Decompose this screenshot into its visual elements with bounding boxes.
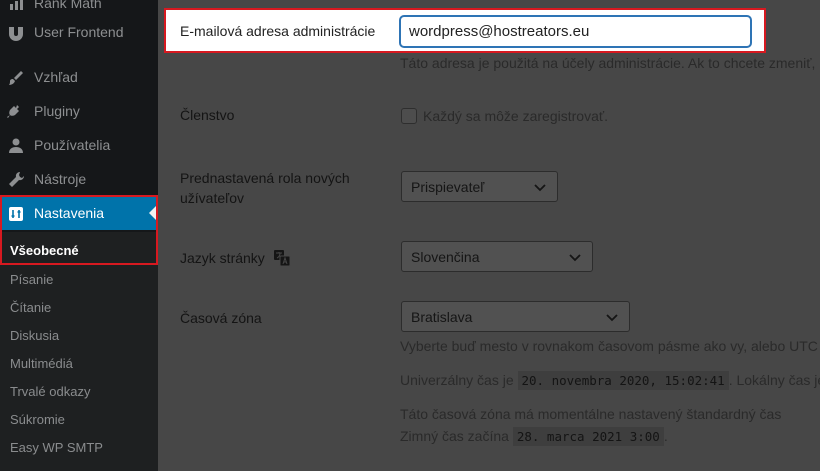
settings-submenu [0,232,158,471]
sidebar-item-label: Vzhľad [34,69,78,85]
sidebar-item-plugins[interactable]: Pluginy [0,94,158,128]
sidebar-item-users[interactable]: Používatelia [0,128,158,162]
sidebar-item-label: Nastavenia [34,205,105,221]
default-role-label: Prednastavená rola nových užívateľov [180,168,350,208]
paintbrush-icon [6,68,26,88]
site-language-value: Slovenčina [411,248,480,265]
chevron-down-icon [534,184,546,192]
sidebar-item-label: User Frontend [34,24,124,40]
submenu-item-permalinks[interactable]: Trvalé odkazy [10,384,90,399]
standard-time-note: Táto časová zóna má momentálne nastavený… [400,406,782,422]
utc-time-value: 20. novembra 2020, 15:02:41 [517,371,729,390]
submenu-item-writing[interactable]: Písanie [10,272,53,287]
chevron-down-icon [569,254,581,262]
settings-icon [6,204,26,224]
winter-time-prefix: Zimný čas začína [400,428,509,444]
sidebar-item-user-frontend[interactable]: User Frontend [0,15,158,49]
wrench-icon [6,170,26,190]
settings-general-form: Táto adresa je použitá na účely administ… [158,0,820,471]
default-role-value: Prispievateľ [411,178,485,195]
user-frontend-icon [6,23,26,43]
membership-checkbox-label: Každý sa môže zaregistrovať. [423,108,608,124]
plugin-icon [6,102,26,122]
sidebar-item-label: Nástroje [34,171,87,187]
local-time-prefix: . Lokálny čas je [728,372,820,388]
sidebar-item-settings[interactable]: Nastavenia [0,196,158,230]
chevron-down-icon [606,314,618,322]
rank-math-icon [6,0,26,14]
submenu-item-privacy[interactable]: Súkromie [10,412,65,427]
winter-time-suffix: . [663,428,668,444]
sidebar-item-label: Pluginy [34,103,80,119]
translation-icon [273,249,291,272]
site-language-select[interactable]: Slovenčina [401,241,593,272]
membership-label: Členstvo [180,107,235,123]
site-language-label-text: Jazyk stránky [180,250,265,266]
sidebar-item-label: Používatelia [34,137,111,153]
admin-sidebar: Rank Math User Frontend Vzhľad Pluginy P… [0,0,158,471]
site-language-label: Jazyk stránky [180,248,291,272]
submenu-item-general[interactable]: Všeobecné [10,243,79,258]
email-description: Táto adresa je použitá na účely administ… [400,55,820,71]
utc-time-line: Univerzálny čas je 20. novembra 2020, 15… [400,371,820,390]
default-role-select[interactable]: Prispievateľ [401,171,558,202]
winter-time-value: 28. marca 2021 3:00 [512,427,664,446]
sidebar-item-tools[interactable]: Nástroje [0,162,158,196]
default-role-label-line1: Prednastavená rola nových [180,170,350,186]
email-label: E-mailová adresa administrácie [180,23,376,39]
timezone-select[interactable]: Bratislava [401,301,630,332]
timezone-value: Bratislava [411,308,473,325]
submenu-item-media[interactable]: Multimédiá [10,356,73,371]
timezone-description: Vyberte buď mesto v rovnakom časovom pás… [400,338,820,354]
admin-email-input[interactable] [400,16,751,47]
submenu-item-reading[interactable]: Čítanie [10,300,51,315]
sidebar-item-appearance[interactable]: Vzhľad [0,60,158,94]
utc-time-prefix: Univerzálny čas je [400,372,514,388]
submenu-item-discussion[interactable]: Diskusia [10,328,59,343]
users-icon [6,136,26,156]
timezone-label: Časová zóna [180,310,262,326]
sidebar-item-label: Rank Math [34,0,102,11]
winter-time-line: Zimný čas začína 28. marca 2021 3:00. [400,427,668,446]
default-role-label-line2: užívateľov [180,190,245,206]
submenu-item-easy-wp-smtp[interactable]: Easy WP SMTP [10,440,103,455]
membership-checkbox[interactable] [401,108,417,124]
